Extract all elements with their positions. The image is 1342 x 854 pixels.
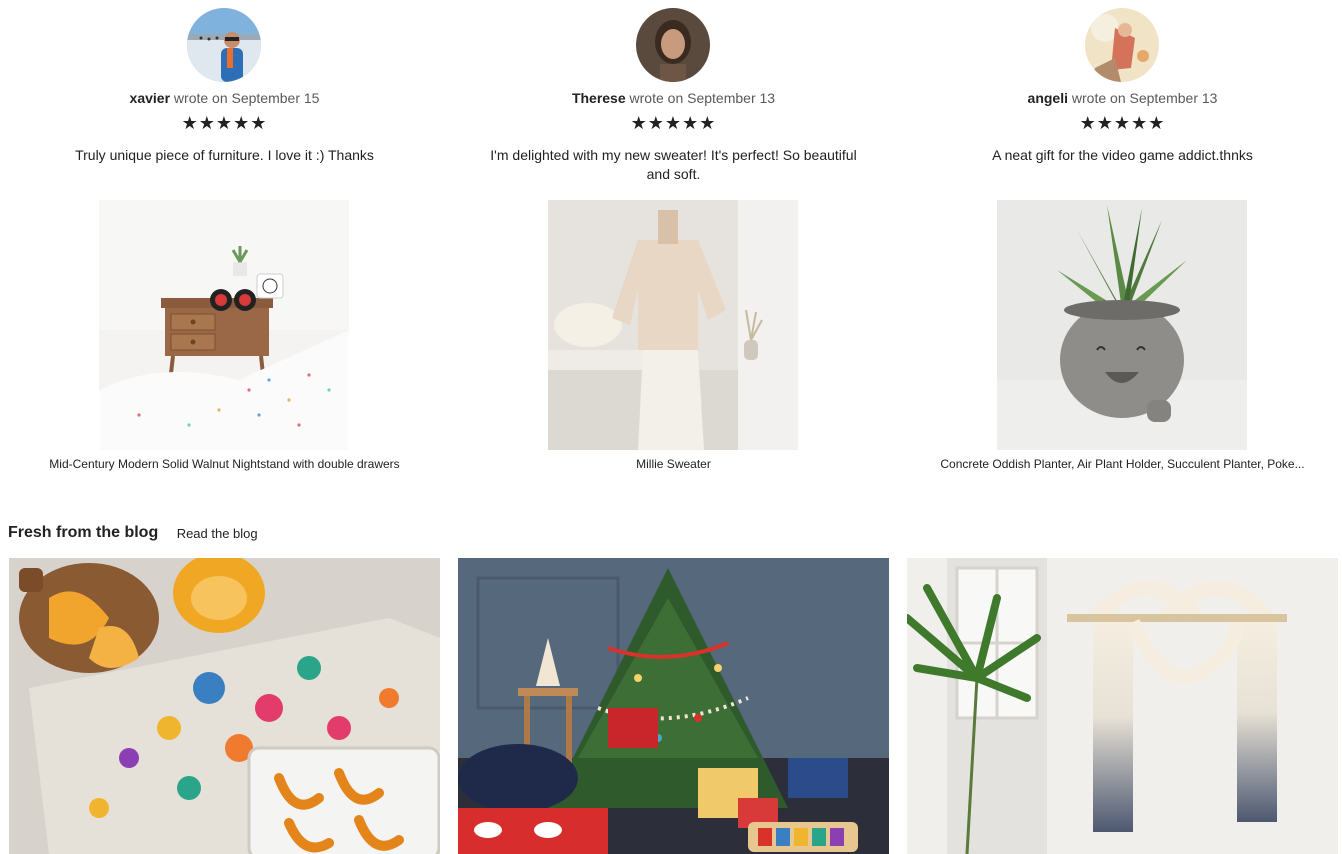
reviewer-name[interactable]: xavier xyxy=(130,90,170,106)
blog-image-christmas xyxy=(458,558,889,854)
product-image[interactable] xyxy=(548,200,798,450)
blog-card[interactable] xyxy=(458,558,889,854)
sweater-photo xyxy=(548,200,798,450)
planter-photo xyxy=(997,200,1247,450)
reviewer-avatar[interactable] xyxy=(1085,8,1159,82)
review-date: wrote on September 15 xyxy=(173,90,320,106)
review-date: wrote on September 13 xyxy=(1071,90,1218,106)
reviewer-avatar[interactable] xyxy=(636,8,710,82)
nightstand-photo xyxy=(99,200,349,450)
reviewer-name[interactable]: angeli xyxy=(1028,90,1068,106)
reviewer-avatar[interactable] xyxy=(187,8,261,82)
blog-image-kitchen xyxy=(9,558,440,854)
product-image[interactable] xyxy=(99,200,349,450)
review-meta: angeli wrote on September 13 xyxy=(898,89,1342,107)
review-text: I'm delighted with my new sweater! It's … xyxy=(490,147,857,182)
page: xavier wrote on September 15 ★★★★★ Truly… xyxy=(0,0,1342,854)
product-title[interactable]: Millie Sweater xyxy=(457,456,890,472)
blog-card[interactable] xyxy=(907,558,1338,854)
blog-image-macrame xyxy=(907,558,1338,854)
star-rating: ★★★★★ xyxy=(1079,113,1166,133)
avatar-photo-ski xyxy=(187,8,261,82)
product-title[interactable]: Mid-Century Modern Solid Walnut Nightsta… xyxy=(8,456,441,472)
star-rating: ★★★★★ xyxy=(181,113,268,133)
review-text: A neat gift for the video game addict.th… xyxy=(992,147,1253,163)
star-rating: ★★★★★ xyxy=(630,113,717,133)
product-title[interactable]: Concrete Oddish Planter, Air Plant Holde… xyxy=(906,456,1339,472)
product-image[interactable] xyxy=(997,200,1247,450)
reviewer-name[interactable]: Therese xyxy=(572,90,626,106)
blog-card[interactable] xyxy=(9,558,440,854)
review-meta: xavier wrote on September 15 xyxy=(0,89,449,107)
review-text: Truly unique piece of furniture. I love … xyxy=(75,147,374,163)
reviews-section: xavier wrote on September 15 ★★★★★ Truly… xyxy=(0,0,1342,480)
blog-section-title: Fresh from the blog xyxy=(8,524,159,541)
read-blog-link[interactable]: Read the blog xyxy=(177,526,258,541)
avatar-photo-painting xyxy=(1085,8,1159,82)
review-meta: Therese wrote on September 13 xyxy=(449,89,898,107)
review-date: wrote on September 13 xyxy=(629,90,776,106)
avatar-photo-portrait xyxy=(636,8,710,82)
blog-header: Fresh from the blog Read the blog xyxy=(8,524,258,548)
